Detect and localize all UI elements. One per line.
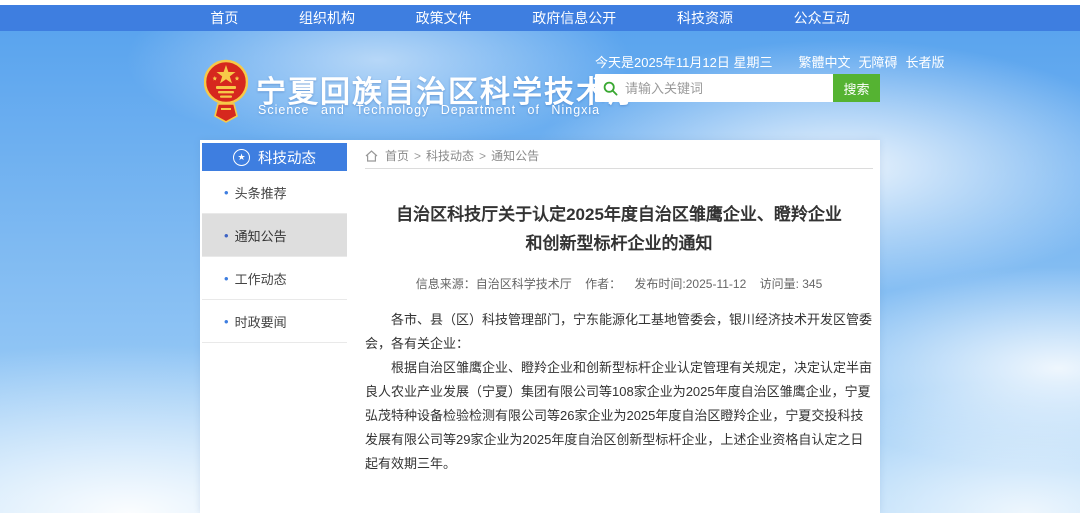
top-nav-items: 首页 组织机构 政策文件 政府信息公开 科技资源 公众互动: [180, 5, 880, 31]
sidebar-item-label: 头条推荐: [235, 183, 287, 202]
page: 首页 组织机构 政策文件 政府信息公开 科技资源 公众互动 宁夏回族自治区科学技…: [0, 0, 1080, 513]
site-header: 宁夏回族自治区科学技术厅 Science and Technology Depa…: [0, 45, 1080, 137]
article-title-line2: 和创新型标杆企业的通知: [365, 230, 873, 259]
bullet-icon: •: [224, 314, 229, 329]
sidebar-header: ★ 科技动态: [202, 143, 347, 171]
breadcrumb-sci-tech-news[interactable]: 科技动态: [426, 147, 474, 164]
sidebar-item-work-updates[interactable]: • 工作动态: [202, 257, 347, 300]
article-title: 自治区科技厅关于认定2025年度自治区雏鹰企业、瞪羚企业 和创新型标杆企业的通知: [365, 201, 873, 259]
top-nav-bar: 首页 组织机构 政策文件 政府信息公开 科技资源 公众互动: [0, 5, 1080, 31]
link-traditional-chinese[interactable]: 繁體中文: [799, 52, 851, 71]
site-subtitle: Science and Technology Department of Nin…: [258, 103, 600, 117]
nav-item-sci-tech-resources[interactable]: 科技资源: [677, 8, 733, 28]
article-body: 各市、县（区）科技管理部门，宁东能源化工基地管委会，银川经济技术开发区管委会，各…: [365, 308, 873, 476]
sidebar-item-label: 通知公告: [235, 226, 287, 245]
current-date-text: 今天是2025年11月12日 星期三: [595, 52, 773, 71]
sidebar-item-headlines[interactable]: • 头条推荐: [202, 171, 347, 214]
bullet-icon: •: [224, 185, 229, 200]
sidebar: ★ 科技动态 • 头条推荐 • 通知公告 • 工作动态 • 时政要闻: [202, 143, 347, 343]
breadcrumb-separator: >: [479, 149, 486, 163]
main-article-area: 首页 > 科技动态 > 通知公告 自治区科技厅关于认定2025年度自治区雏鹰企业…: [365, 143, 873, 513]
meta-view-count: 访问量: 345: [760, 277, 823, 291]
national-emblem-logo: [204, 58, 248, 124]
link-accessibility[interactable]: 无障碍: [859, 52, 898, 71]
meta-author: 作者：: [585, 277, 621, 291]
breadcrumb-notices[interactable]: 通知公告: [491, 147, 539, 164]
sidebar-item-notices[interactable]: • 通知公告: [202, 214, 347, 257]
bullet-icon: •: [224, 271, 229, 286]
home-icon: [365, 150, 378, 162]
sidebar-item-label: 工作动态: [235, 269, 287, 288]
article-paragraph: 根据自治区雏鹰企业、瞪羚企业和创新型标杆企业认定管理有关规定，决定认定半亩良人农…: [365, 356, 873, 476]
meta-publish-time: 发布时间:2025-11-12: [634, 277, 746, 291]
header-meta-row: 今天是2025年11月12日 星期三 繁體中文 无障碍 长者版: [595, 52, 880, 71]
sidebar-title: 科技动态: [258, 147, 316, 168]
article-meta: 信息来源：自治区科学技术厅 作者： 发布时间:2025-11-12 访问量: 3…: [365, 275, 873, 292]
nav-item-organization[interactable]: 组织机构: [299, 8, 355, 28]
sidebar-item-political-news[interactable]: • 时政要闻: [202, 300, 347, 343]
nav-item-policy-documents[interactable]: 政策文件: [416, 8, 472, 28]
nav-item-public-interaction[interactable]: 公众互动: [794, 8, 850, 28]
search-bar: 搜索: [595, 74, 880, 102]
bullet-icon: •: [224, 228, 229, 243]
nav-item-home[interactable]: 首页: [210, 8, 238, 28]
article-paragraph: 各市、县（区）科技管理部门，宁东能源化工基地管委会，银川经济技术开发区管委会，各…: [365, 308, 873, 356]
link-senior-version[interactable]: 长者版: [906, 52, 945, 71]
breadcrumb-home[interactable]: 首页: [385, 147, 409, 164]
meta-source: 信息来源：自治区科学技术厅: [416, 277, 572, 291]
sidebar-item-label: 时政要闻: [235, 312, 287, 331]
search-button[interactable]: 搜索: [833, 74, 880, 102]
breadcrumb: 首页 > 科技动态 > 通知公告: [365, 143, 873, 169]
star-circle-icon: ★: [233, 149, 250, 166]
search-icon: [595, 74, 625, 102]
breadcrumb-separator: >: [414, 149, 421, 163]
sidebar-list: • 头条推荐 • 通知公告 • 工作动态 • 时政要闻: [202, 171, 347, 343]
search-input[interactable]: [625, 76, 833, 100]
nav-item-gov-info-disclosure[interactable]: 政府信息公开: [532, 8, 616, 28]
content-container: ★ 科技动态 • 头条推荐 • 通知公告 • 工作动态 • 时政要闻: [200, 140, 880, 513]
article-title-line1: 自治区科技厅关于认定2025年度自治区雏鹰企业、瞪羚企业: [365, 201, 873, 230]
